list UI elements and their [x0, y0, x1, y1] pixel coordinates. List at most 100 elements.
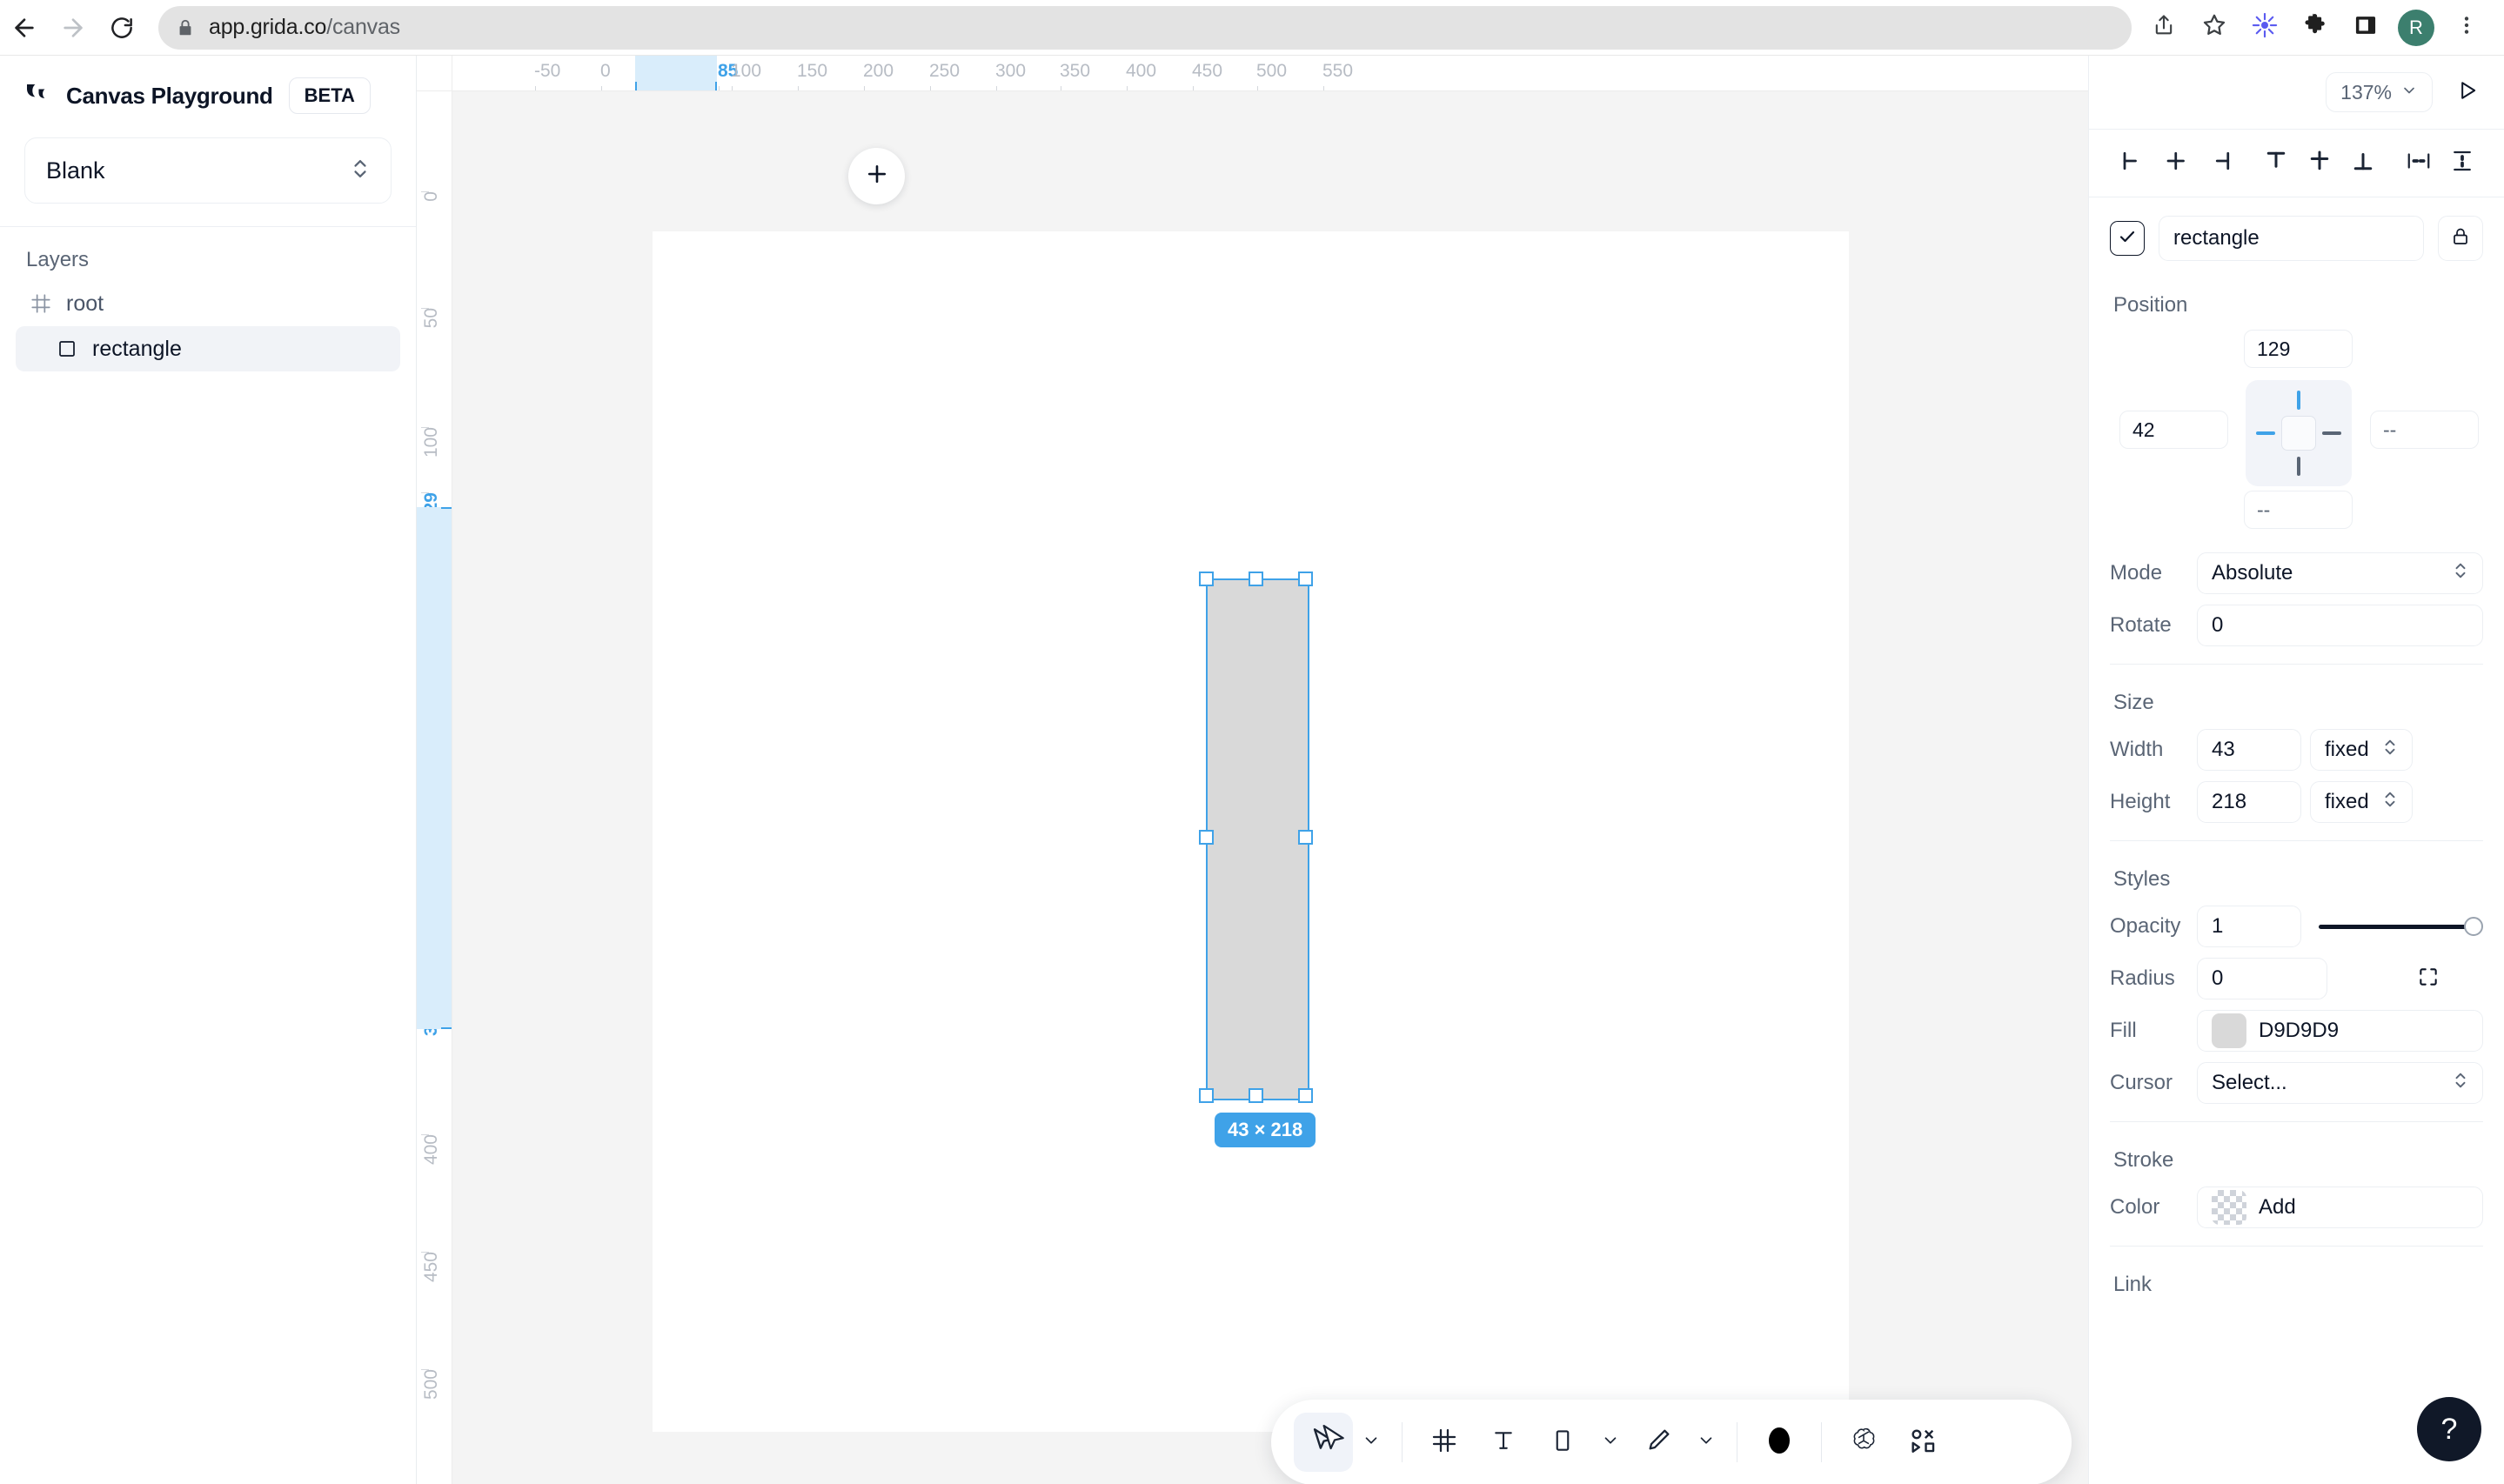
- add-frame-button[interactable]: [848, 148, 905, 204]
- distribute-vertical-button[interactable]: [2442, 144, 2482, 184]
- ruler-v-tick: 400: [421, 1134, 442, 1165]
- fill-color-value: D9D9D9: [2259, 1019, 2339, 1043]
- position-bottom-input[interactable]: --: [2244, 491, 2353, 529]
- ruler-h-tick: 0: [600, 61, 611, 82]
- canvas-viewport[interactable]: 43 × 218: [452, 91, 2088, 1484]
- extension-asterisk-button[interactable]: [2240, 3, 2290, 52]
- position-mode-select[interactable]: Absolute: [2197, 552, 2483, 594]
- rotate-label: Rotate: [2110, 613, 2197, 638]
- toolbar-divider: [1402, 1422, 1403, 1462]
- align-horizontal-center-icon: [2164, 148, 2190, 178]
- align-top-button[interactable]: [2256, 144, 2296, 184]
- ruler-v-tick: 500: [421, 1369, 442, 1400]
- ruler-h-band-end: [715, 82, 717, 90]
- opacity-slider[interactable]: [2319, 906, 2483, 947]
- ruler-tick-mark: [732, 86, 733, 91]
- layer-row-rectangle[interactable]: rectangle: [16, 326, 400, 371]
- ruler-h-tick: 150: [797, 61, 827, 82]
- ai-tool[interactable]: [1834, 1413, 1893, 1472]
- handle-middle-right[interactable]: [1298, 830, 1313, 845]
- back-button[interactable]: [0, 3, 49, 52]
- canvas-toolbar[interactable]: [1271, 1400, 2072, 1484]
- handle-middle-left[interactable]: [1199, 830, 1214, 845]
- url-text: app.grida.co/canvas: [209, 15, 400, 40]
- horizontal-ruler[interactable]: -500425085100150200250300350400450500550: [452, 56, 2088, 91]
- handle-top-left[interactable]: [1199, 572, 1214, 586]
- constraint-top-bar[interactable]: [2297, 391, 2300, 410]
- handle-bottom-center[interactable]: [1249, 1088, 1263, 1103]
- align-horizontal-center-button[interactable]: [2157, 144, 2197, 184]
- cursor-select[interactable]: Select...: [2197, 1062, 2483, 1104]
- height-input[interactable]: 218: [2197, 781, 2301, 823]
- reload-icon: [109, 15, 135, 41]
- height-unit-select[interactable]: fixed: [2310, 781, 2413, 823]
- browser-menu-button[interactable]: [2441, 3, 2492, 52]
- pencil-tool-caret[interactable]: [1688, 1413, 1724, 1472]
- position-right-input[interactable]: --: [2370, 411, 2479, 449]
- bookmark-button[interactable]: [2189, 3, 2240, 52]
- fill-color-control[interactable]: D9D9D9: [2197, 1010, 2483, 1052]
- pencil-tool[interactable]: [1629, 1413, 1688, 1472]
- independent-corners-button[interactable]: [2407, 958, 2449, 999]
- help-button[interactable]: ?: [2417, 1397, 2481, 1461]
- zoom-selector[interactable]: 137%: [2326, 72, 2433, 112]
- shapes-library-tool[interactable]: [1893, 1413, 1952, 1472]
- opacity-slider-thumb[interactable]: [2464, 917, 2483, 936]
- filled-ellipse-icon: [1762, 1423, 1797, 1462]
- select-tool-caret[interactable]: [1353, 1413, 1389, 1472]
- stroke-color-control[interactable]: Add: [2197, 1187, 2483, 1228]
- color-swatch-button[interactable]: [1750, 1413, 1809, 1472]
- opacity-row: Opacity 1: [2089, 900, 2504, 953]
- position-left-input[interactable]: 42: [2119, 411, 2228, 449]
- rectangle-tool-caret[interactable]: [1592, 1413, 1629, 1472]
- node-lock-button[interactable]: [2438, 216, 2483, 261]
- rectangle-tool[interactable]: [1533, 1413, 1592, 1472]
- address-bar[interactable]: app.grida.co/canvas: [158, 6, 2132, 50]
- constraint-widget[interactable]: [2246, 380, 2352, 486]
- align-bottom-button[interactable]: [2343, 144, 2383, 184]
- frame-hash-icon: [1430, 1427, 1458, 1459]
- ruler-h-tick: 350: [1060, 61, 1090, 82]
- size-section-title: Size: [2089, 677, 2504, 724]
- distribute-horizontal-button[interactable]: [2399, 144, 2439, 184]
- ruler-h-tick: 500: [1256, 61, 1287, 82]
- fill-color-swatch[interactable]: [2212, 1013, 2246, 1048]
- align-vertical-center-button[interactable]: [2300, 144, 2340, 184]
- handle-bottom-right[interactable]: [1298, 1088, 1313, 1103]
- opacity-slider-track[interactable]: [2319, 925, 2471, 929]
- handle-top-center[interactable]: [1249, 572, 1263, 586]
- layer-label: rectangle: [92, 337, 182, 362]
- width-unit-select[interactable]: fixed: [2310, 729, 2413, 771]
- reload-button[interactable]: [97, 3, 146, 52]
- constraint-left-bar[interactable]: [2256, 431, 2275, 435]
- selection-bounding-box[interactable]: [1206, 578, 1309, 1100]
- align-right-button[interactable]: [2200, 144, 2240, 184]
- share-button[interactable]: [2139, 3, 2189, 52]
- stroke-color-swatch[interactable]: [2212, 1190, 2246, 1225]
- node-name-input[interactable]: rectangle: [2159, 216, 2424, 261]
- canvas-area[interactable]: -500425085100150200250300350400450500550…: [417, 56, 2088, 1484]
- frame-tool[interactable]: [1415, 1413, 1474, 1472]
- extensions-button[interactable]: [2290, 3, 2340, 52]
- constraint-center-box[interactable]: [2281, 416, 2316, 451]
- align-left-button[interactable]: [2113, 144, 2153, 184]
- rotate-input[interactable]: 0: [2197, 605, 2483, 646]
- opacity-input[interactable]: 1: [2197, 906, 2301, 947]
- layer-row-root[interactable]: root: [16, 281, 400, 326]
- radius-input[interactable]: 0: [2197, 958, 2327, 999]
- preview-play-button[interactable]: [2448, 73, 2487, 111]
- position-top-input[interactable]: 129: [2244, 330, 2353, 368]
- handle-top-right[interactable]: [1298, 572, 1313, 586]
- avatar[interactable]: R: [2398, 10, 2434, 46]
- handle-bottom-left[interactable]: [1199, 1088, 1214, 1103]
- distribute-horizontal-icon: [2406, 148, 2432, 178]
- width-input[interactable]: 43: [2197, 729, 2301, 771]
- constraint-right-bar[interactable]: [2322, 431, 2341, 435]
- side-panel-button[interactable]: [2340, 3, 2391, 52]
- document-select[interactable]: Blank: [24, 137, 392, 204]
- vertical-ruler[interactable]: 050100129150200250300347400450500: [417, 91, 452, 1484]
- text-tool[interactable]: [1474, 1413, 1533, 1472]
- constraint-bottom-bar[interactable]: [2297, 457, 2300, 476]
- forward-button[interactable]: [49, 3, 97, 52]
- node-visible-checkbox[interactable]: [2110, 221, 2145, 256]
